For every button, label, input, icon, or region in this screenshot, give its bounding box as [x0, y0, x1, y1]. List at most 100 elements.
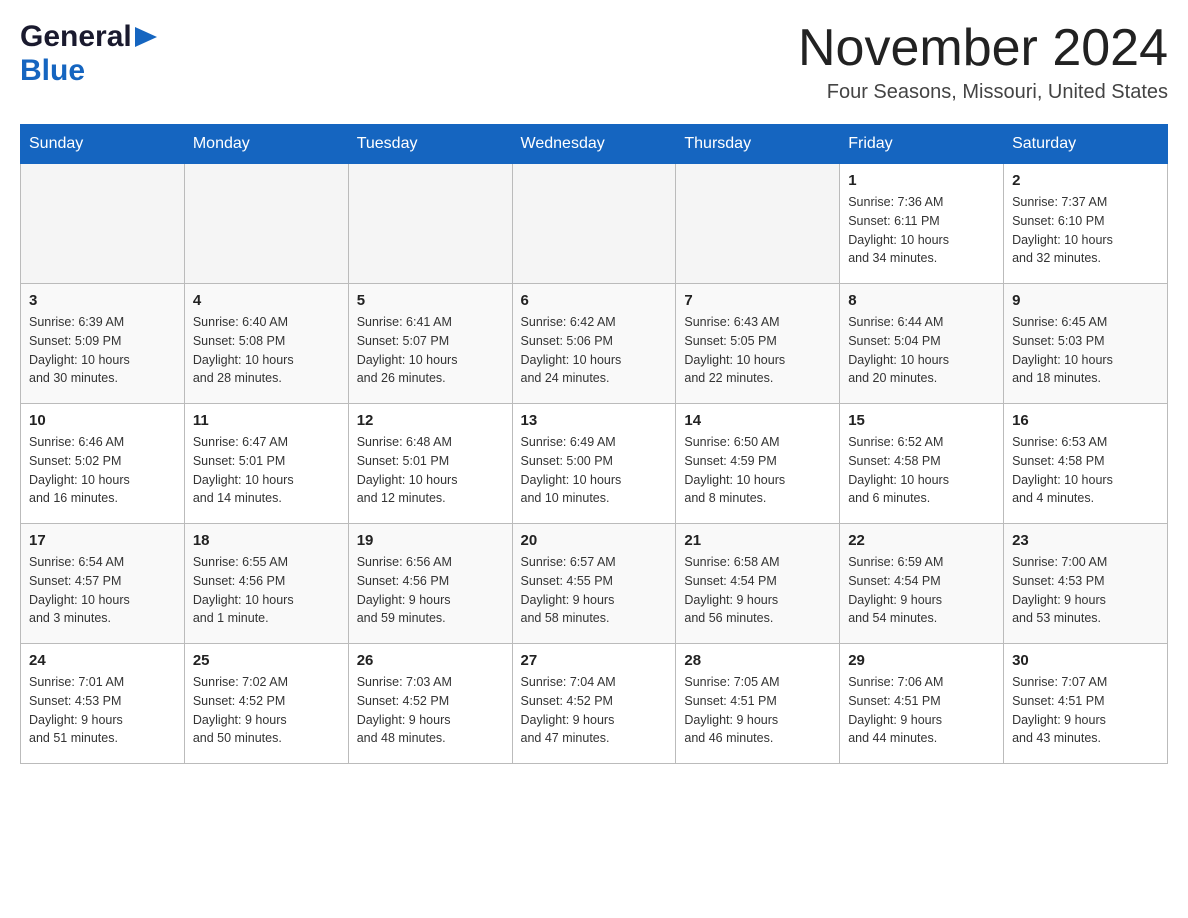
- day-number: 12: [357, 412, 504, 429]
- calendar-cell: 7 Sunrise: 6:43 AM Sunset: 5:05 PM Daylig…: [676, 284, 840, 404]
- calendar-cell: [21, 164, 185, 284]
- day-info: Sunrise: 6:59 AM Sunset: 4:54 PM Dayligh…: [848, 553, 995, 628]
- day-number: 15: [848, 412, 995, 429]
- calendar-cell: 17 Sunrise: 6:54 AM Sunset: 4:57 PM Dayli…: [21, 524, 185, 644]
- calendar-cell: 18 Sunrise: 6:55 AM Sunset: 4:56 PM Dayli…: [184, 524, 348, 644]
- weekday-header-wednesday: Wednesday: [512, 125, 676, 164]
- calendar-week-2: 3 Sunrise: 6:39 AM Sunset: 5:09 PM Daylig…: [21, 284, 1168, 404]
- calendar-cell: 28Sunrise: 7:05 AM Sunset: 4:51 PM Dayli…: [676, 644, 840, 764]
- logo-arrow-icon: [135, 23, 157, 51]
- day-number: 21: [684, 532, 831, 549]
- calendar-cell: 25Sunrise: 7:02 AM Sunset: 4:52 PM Dayli…: [184, 644, 348, 764]
- weekday-header-tuesday: Tuesday: [348, 125, 512, 164]
- title-section: November 2024 Four Seasons, Missouri, Un…: [798, 20, 1168, 104]
- day-info: Sunrise: 6:44 AM Sunset: 5:04 PM Dayligh…: [848, 313, 995, 388]
- calendar-cell: 19 Sunrise: 6:56 AM Sunset: 4:56 PM Dayli…: [348, 524, 512, 644]
- calendar-table: SundayMondayTuesdayWednesdayThursdayFrid…: [20, 124, 1168, 764]
- day-number: 11: [193, 412, 340, 429]
- calendar-cell: 23 Sunrise: 7:00 AM Sunset: 4:53 PM Dayli…: [1004, 524, 1168, 644]
- logo: General Blue: [20, 20, 157, 88]
- day-number: 27: [521, 652, 668, 669]
- day-info: Sunrise: 6:45 AM Sunset: 5:03 PM Dayligh…: [1012, 313, 1159, 388]
- weekday-header-monday: Monday: [184, 125, 348, 164]
- day-info: Sunrise: 6:40 AM Sunset: 5:08 PM Dayligh…: [193, 313, 340, 388]
- day-info: Sunrise: 7:36 AM Sunset: 6:11 PM Dayligh…: [848, 193, 995, 268]
- calendar-cell: 16 Sunrise: 6:53 AM Sunset: 4:58 PM Dayli…: [1004, 404, 1168, 524]
- day-number: 6: [521, 292, 668, 309]
- page-header: General Blue November 2024 Four Seasons,…: [20, 20, 1168, 104]
- day-info: Sunrise: 7:00 AM Sunset: 4:53 PM Dayligh…: [1012, 553, 1159, 628]
- day-number: 9: [1012, 292, 1159, 309]
- day-info: Sunrise: 7:04 AM Sunset: 4:52 PM Dayligh…: [521, 673, 668, 748]
- day-info: Sunrise: 7:03 AM Sunset: 4:52 PM Dayligh…: [357, 673, 504, 748]
- day-number: 2: [1012, 172, 1159, 189]
- day-number: 3: [29, 292, 176, 309]
- weekday-header-saturday: Saturday: [1004, 125, 1168, 164]
- day-info: Sunrise: 6:43 AM Sunset: 5:05 PM Dayligh…: [684, 313, 831, 388]
- day-number: 7: [684, 292, 831, 309]
- calendar-cell: 1Sunrise: 7:36 AM Sunset: 6:11 PM Daylig…: [840, 164, 1004, 284]
- location-text: Four Seasons, Missouri, United States: [798, 81, 1168, 104]
- day-number: 28: [684, 652, 831, 669]
- calendar-week-4: 17 Sunrise: 6:54 AM Sunset: 4:57 PM Dayli…: [21, 524, 1168, 644]
- day-number: 5: [357, 292, 504, 309]
- day-number: 16: [1012, 412, 1159, 429]
- day-number: 26: [357, 652, 504, 669]
- calendar-cell: [676, 164, 840, 284]
- day-info: Sunrise: 6:58 AM Sunset: 4:54 PM Dayligh…: [684, 553, 831, 628]
- day-number: 25: [193, 652, 340, 669]
- day-number: 8: [848, 292, 995, 309]
- day-info: Sunrise: 6:42 AM Sunset: 5:06 PM Dayligh…: [521, 313, 668, 388]
- calendar-cell: 20 Sunrise: 6:57 AM Sunset: 4:55 PM Dayli…: [512, 524, 676, 644]
- day-info: Sunrise: 6:53 AM Sunset: 4:58 PM Dayligh…: [1012, 433, 1159, 508]
- calendar-cell: 30Sunrise: 7:07 AM Sunset: 4:51 PM Dayli…: [1004, 644, 1168, 764]
- calendar-cell: 12 Sunrise: 6:48 AM Sunset: 5:01 PM Dayli…: [348, 404, 512, 524]
- calendar-cell: [184, 164, 348, 284]
- calendar-cell: 15 Sunrise: 6:52 AM Sunset: 4:58 PM Dayli…: [840, 404, 1004, 524]
- day-info: Sunrise: 6:52 AM Sunset: 4:58 PM Dayligh…: [848, 433, 995, 508]
- day-number: 14: [684, 412, 831, 429]
- calendar-week-5: 24Sunrise: 7:01 AM Sunset: 4:53 PM Dayli…: [21, 644, 1168, 764]
- day-info: Sunrise: 6:55 AM Sunset: 4:56 PM Dayligh…: [193, 553, 340, 628]
- logo-blue-text: Blue: [20, 54, 85, 88]
- day-number: 17: [29, 532, 176, 549]
- calendar-week-1: 1Sunrise: 7:36 AM Sunset: 6:11 PM Daylig…: [21, 164, 1168, 284]
- day-number: 4: [193, 292, 340, 309]
- day-number: 24: [29, 652, 176, 669]
- day-info: Sunrise: 6:48 AM Sunset: 5:01 PM Dayligh…: [357, 433, 504, 508]
- month-title: November 2024: [798, 20, 1168, 77]
- calendar-cell: 6 Sunrise: 6:42 AM Sunset: 5:06 PM Daylig…: [512, 284, 676, 404]
- day-info: Sunrise: 6:54 AM Sunset: 4:57 PM Dayligh…: [29, 553, 176, 628]
- day-info: Sunrise: 6:39 AM Sunset: 5:09 PM Dayligh…: [29, 313, 176, 388]
- calendar-cell: 10 Sunrise: 6:46 AM Sunset: 5:02 PM Dayli…: [21, 404, 185, 524]
- weekday-header-sunday: Sunday: [21, 125, 185, 164]
- day-number: 30: [1012, 652, 1159, 669]
- day-info: Sunrise: 6:49 AM Sunset: 5:00 PM Dayligh…: [521, 433, 668, 508]
- day-number: 10: [29, 412, 176, 429]
- calendar-cell: 4 Sunrise: 6:40 AM Sunset: 5:08 PM Daylig…: [184, 284, 348, 404]
- calendar-week-3: 10 Sunrise: 6:46 AM Sunset: 5:02 PM Dayli…: [21, 404, 1168, 524]
- logo-line1: General: [20, 20, 157, 54]
- calendar-cell: 27 Sunrise: 7:04 AM Sunset: 4:52 PM Dayli…: [512, 644, 676, 764]
- day-info: Sunrise: 6:50 AM Sunset: 4:59 PM Dayligh…: [684, 433, 831, 508]
- day-number: 23: [1012, 532, 1159, 549]
- logo-line2: Blue: [20, 54, 85, 88]
- calendar-cell: 14 Sunrise: 6:50 AM Sunset: 4:59 PM Dayli…: [676, 404, 840, 524]
- day-number: 20: [521, 532, 668, 549]
- calendar-cell: [512, 164, 676, 284]
- day-info: Sunrise: 6:47 AM Sunset: 5:01 PM Dayligh…: [193, 433, 340, 508]
- weekday-header-thursday: Thursday: [676, 125, 840, 164]
- day-number: 18: [193, 532, 340, 549]
- day-number: 19: [357, 532, 504, 549]
- day-info: Sunrise: 6:57 AM Sunset: 4:55 PM Dayligh…: [521, 553, 668, 628]
- day-info: Sunrise: 6:56 AM Sunset: 4:56 PM Dayligh…: [357, 553, 504, 628]
- calendar-cell: 2Sunrise: 7:37 AM Sunset: 6:10 PM Daylig…: [1004, 164, 1168, 284]
- calendar-cell: 26 Sunrise: 7:03 AM Sunset: 4:52 PM Dayli…: [348, 644, 512, 764]
- calendar-cell: 11 Sunrise: 6:47 AM Sunset: 5:01 PM Dayli…: [184, 404, 348, 524]
- calendar-cell: 13Sunrise: 6:49 AM Sunset: 5:00 PM Dayli…: [512, 404, 676, 524]
- day-number: 29: [848, 652, 995, 669]
- day-info: Sunrise: 6:46 AM Sunset: 5:02 PM Dayligh…: [29, 433, 176, 508]
- calendar-cell: 21 Sunrise: 6:58 AM Sunset: 4:54 PM Dayli…: [676, 524, 840, 644]
- calendar-cell: [348, 164, 512, 284]
- calendar-cell: 24Sunrise: 7:01 AM Sunset: 4:53 PM Dayli…: [21, 644, 185, 764]
